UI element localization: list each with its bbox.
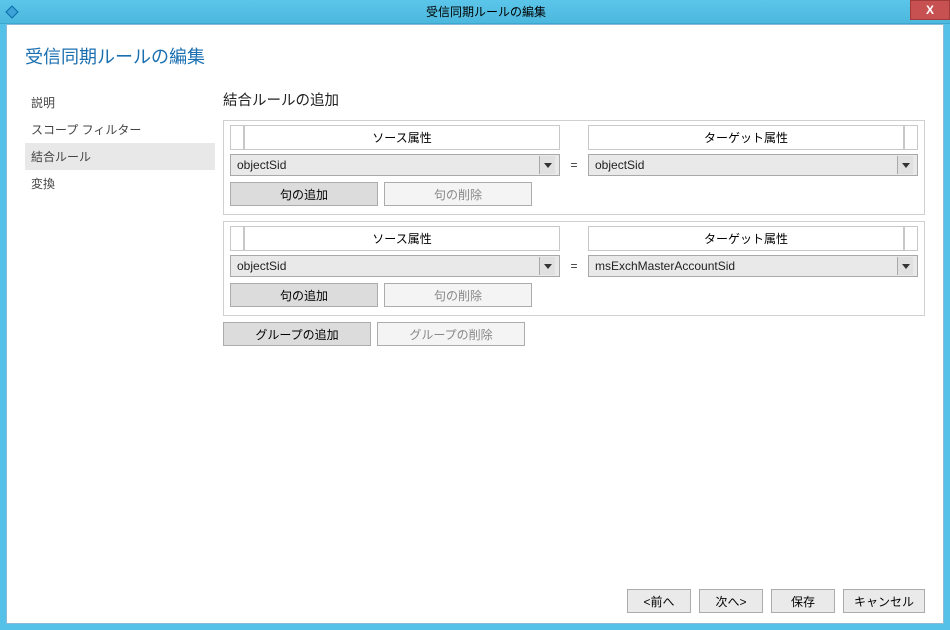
source-attribute-value: objectSid	[237, 158, 539, 172]
chevron-down-icon	[539, 156, 555, 174]
header-lead	[230, 226, 244, 251]
equals-label: =	[560, 259, 588, 273]
add-clause-button[interactable]: 句の追加	[230, 283, 378, 307]
header-target: ターゲット属性	[588, 125, 904, 150]
clause-buttons: 句の追加 句の削除	[230, 283, 918, 307]
page-title: 受信同期ルールの編集	[25, 43, 925, 69]
chevron-down-icon	[897, 156, 913, 174]
remove-group-button[interactable]: グループの削除	[377, 322, 525, 346]
header-source: ソース属性	[244, 125, 560, 150]
header-row: ソース属性 ターゲット属性	[230, 125, 918, 150]
header-row: ソース属性 ターゲット属性	[230, 226, 918, 251]
header-tail	[904, 125, 918, 150]
close-button[interactable]: X	[910, 0, 950, 20]
remove-clause-button[interactable]: 句の削除	[384, 283, 532, 307]
add-group-button[interactable]: グループの追加	[223, 322, 371, 346]
content: 結合ルールの追加 ソース属性 ターゲット属性 objectSid	[215, 89, 925, 581]
header-target: ターゲット属性	[588, 226, 904, 251]
source-attribute-combo[interactable]: objectSid	[230, 154, 560, 176]
next-button[interactable]: 次へ>	[699, 589, 763, 613]
titlebar: 受信同期ルールの編集 X	[0, 0, 950, 24]
clause-row: objectSid = objectSid	[230, 154, 918, 176]
add-clause-button[interactable]: 句の追加	[230, 182, 378, 206]
cancel-button[interactable]: キャンセル	[843, 589, 925, 613]
sidebar-item-transformation[interactable]: 変換	[25, 170, 215, 197]
target-attribute-combo[interactable]: msExchMasterAccountSid	[588, 255, 918, 277]
join-group: ソース属性 ターゲット属性 objectSid = objectSid	[223, 120, 925, 215]
target-attribute-value: msExchMasterAccountSid	[595, 259, 897, 273]
main-row: 説明 スコープ フィルター 結合ルール 変換 結合ルールの追加 ソース属性 ター…	[25, 89, 925, 581]
close-icon: X	[926, 3, 934, 17]
header-lead	[230, 125, 244, 150]
sidebar-item-join-rules[interactable]: 結合ルール	[25, 143, 215, 170]
source-attribute-value: objectSid	[237, 259, 539, 273]
header-gap	[560, 125, 588, 150]
group-buttons: グループの追加 グループの削除	[223, 322, 925, 346]
footer: <前へ 次へ> 保存 キャンセル	[25, 581, 925, 613]
dialog-window: 受信同期ルールの編集 X 受信同期ルールの編集 説明 スコープ フィルター 結合…	[0, 0, 950, 630]
clause-row: objectSid = msExchMasterAccountSid	[230, 255, 918, 277]
header-source: ソース属性	[244, 226, 560, 251]
target-attribute-value: objectSid	[595, 158, 897, 172]
window-title: 受信同期ルールの編集	[26, 3, 946, 20]
source-attribute-combo[interactable]: objectSid	[230, 255, 560, 277]
header-tail	[904, 226, 918, 251]
target-attribute-combo[interactable]: objectSid	[588, 154, 918, 176]
sidebar: 説明 スコープ フィルター 結合ルール 変換	[25, 89, 215, 581]
app-icon	[4, 4, 20, 20]
header-gap	[560, 226, 588, 251]
remove-clause-button[interactable]: 句の削除	[384, 182, 532, 206]
chevron-down-icon	[539, 257, 555, 275]
equals-label: =	[560, 158, 588, 172]
join-group: ソース属性 ターゲット属性 objectSid = msExchMasterAc…	[223, 221, 925, 316]
sidebar-item-scope-filter[interactable]: スコープ フィルター	[25, 116, 215, 143]
section-title: 結合ルールの追加	[223, 89, 925, 110]
sidebar-item-description[interactable]: 説明	[25, 89, 215, 116]
client-area: 受信同期ルールの編集 説明 スコープ フィルター 結合ルール 変換 結合ルールの…	[6, 24, 944, 624]
chevron-down-icon	[897, 257, 913, 275]
save-button[interactable]: 保存	[771, 589, 835, 613]
back-button[interactable]: <前へ	[627, 589, 691, 613]
clause-buttons: 句の追加 句の削除	[230, 182, 918, 206]
